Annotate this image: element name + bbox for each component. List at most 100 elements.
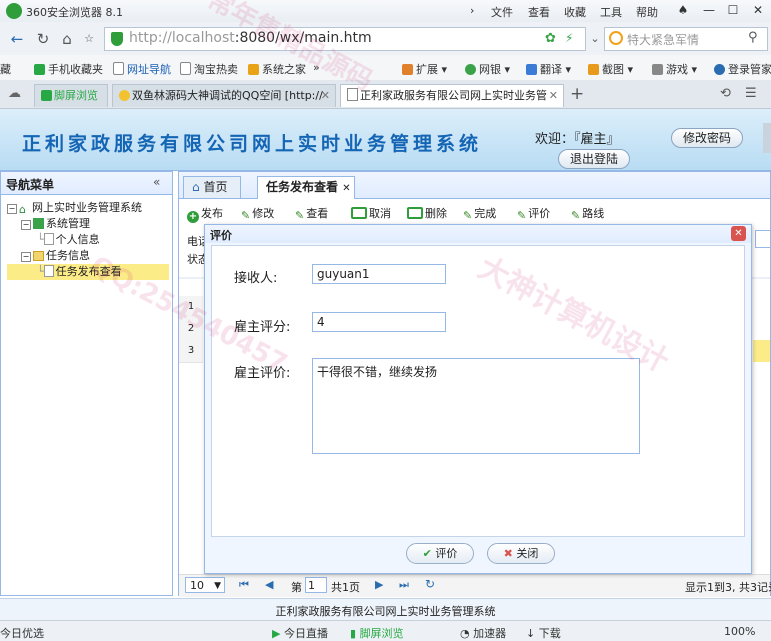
submit-rating-button[interactable]: ✔ 评价	[406, 543, 474, 564]
page-icon	[113, 62, 124, 75]
tab-close-icon[interactable]: ✕	[342, 183, 350, 194]
pencil-icon: ✎	[241, 209, 251, 222]
tool-screenshot[interactable]: 截图 ▾	[588, 61, 633, 77]
speed-icon: ◔	[460, 627, 470, 640]
close-dialog-button[interactable]: ✖ 关闭	[487, 543, 555, 564]
tool-extensions[interactable]: 扩展 ▾	[402, 61, 447, 77]
search-placeholder: 特大紧急军情	[627, 33, 700, 47]
view-button[interactable]: ✎ 查看	[295, 205, 328, 222]
first-page-icon[interactable]: ⏮	[239, 578, 249, 592]
page-number-input[interactable]: 1	[305, 577, 327, 593]
receiver-input[interactable]	[312, 264, 446, 284]
page-size-select[interactable]: 10 ▼	[185, 577, 225, 593]
skin-icon[interactable]: ♠	[672, 1, 694, 19]
minimize-icon[interactable]: —	[698, 1, 720, 19]
rate-button[interactable]: ✎ 评价	[517, 205, 550, 222]
url-dropdown-icon[interactable]: ⌄	[586, 30, 604, 48]
tab-list-icon[interactable]: ☰	[745, 86, 757, 101]
menu-file[interactable]: 文件	[491, 4, 513, 20]
tab-side-browse[interactable]: 脚屏浏览	[34, 84, 108, 107]
change-password-button[interactable]: 修改密码	[671, 128, 743, 148]
status-accelerator[interactable]: ◔ 加速器	[460, 625, 506, 641]
tree-group-tasks[interactable]: − 任务信息	[21, 248, 90, 264]
publish-button[interactable]: + 发布	[187, 205, 223, 223]
prev-page-icon[interactable]: ◀	[265, 578, 273, 591]
complete-button[interactable]: ✎ 完成	[463, 205, 496, 222]
search-engine-icon	[609, 31, 623, 45]
tool-ebank[interactable]: 网银 ▾	[465, 61, 510, 77]
menu-view[interactable]: 查看	[528, 4, 550, 20]
menu-tools[interactable]: 工具	[600, 4, 622, 20]
play-icon: ▶	[272, 627, 281, 640]
bookmark-favorites[interactable]: 藏	[0, 61, 11, 77]
refresh-icon[interactable]: ↻	[34, 30, 52, 48]
url-input[interactable]: http://localhost:8080/wx/main.htm ✿ ⚡	[104, 27, 586, 51]
table-row[interactable]: 3	[179, 340, 203, 363]
sidebar-item-task-publish[interactable]: └ 任务发布查看	[7, 264, 169, 280]
tab-close-icon[interactable]: ✕	[549, 85, 558, 107]
edit-button[interactable]: ✎ 修改	[241, 205, 274, 222]
collapse-minus-icon[interactable]: −	[21, 252, 31, 262]
tab-home[interactable]: ⌂ 首页	[183, 176, 241, 198]
menu-arrow-icon[interactable]: ›	[470, 4, 474, 17]
collapse-icon[interactable]: «	[153, 175, 160, 189]
back-arrow-icon[interactable]: ←	[8, 30, 26, 48]
dialog-close-icon[interactable]: ✕	[731, 226, 746, 241]
address-bar: ← ↻ ⌂ ☆ http://localhost:8080/wx/main.ht…	[0, 22, 771, 56]
sidebar-item-profile[interactable]: └ 个人信息	[37, 232, 100, 248]
tab-qq-space[interactable]: 双鱼林源码大神调试的QQ空间 [http://✕	[112, 84, 336, 107]
tool-games[interactable]: 游戏 ▾	[652, 61, 697, 77]
restore-tab-icon[interactable]: ⟲	[720, 86, 731, 101]
tab-close-icon[interactable]: ✕	[321, 85, 330, 107]
speed-mode-icon[interactable]: ⚡	[565, 31, 573, 45]
browser-titlebar: 360安全浏览器 8.1 › 文件 查看 收藏 工具 帮助 ♠ — ☐ ✕	[0, 0, 771, 22]
search-input[interactable]: 特大紧急军情 ⚲	[604, 27, 768, 51]
collapse-minus-icon[interactable]: −	[21, 220, 31, 230]
new-tab-icon[interactable]: +	[570, 84, 584, 104]
bookmark-mobile[interactable]: 手机收藏夹	[34, 61, 103, 77]
next-page-icon[interactable]: ▶	[375, 578, 383, 591]
delete-button[interactable]: 删除	[407, 205, 447, 221]
zoom-level[interactable]: 100%	[724, 625, 755, 638]
filter-input[interactable]	[755, 230, 771, 248]
status-download[interactable]: ↓ 下载	[526, 625, 561, 641]
home-icon[interactable]: ⌂	[58, 30, 76, 48]
gear-icon	[33, 218, 44, 229]
bookmark-system-home[interactable]: 系统之家	[248, 61, 306, 77]
search-icon[interactable]: ⚲	[748, 30, 758, 45]
cancel-task-button[interactable]: 取消	[351, 205, 391, 221]
comment-textarea[interactable]: 干得很不错，继续发扬	[312, 358, 640, 454]
tree-group-system[interactable]: − 系统管理	[21, 216, 90, 232]
last-page-icon[interactable]: ⏭	[399, 578, 409, 592]
reload-icon[interactable]: ↻	[425, 577, 435, 591]
table-row[interactable]: 2	[179, 318, 203, 341]
bookmark-nav[interactable]: 网址导航	[113, 61, 171, 77]
dialog-body: 接收人: 雇主评分: 雇主评价: 干得很不错，继续发扬	[211, 245, 745, 537]
status-picks[interactable]: 今日优选	[0, 625, 44, 641]
logout-button[interactable]: 退出登陆	[558, 149, 630, 169]
bookmark-more-icon[interactable]: »	[313, 61, 320, 74]
route-button[interactable]: ✎ 路线	[571, 205, 604, 222]
pagination-bar: 10 ▼ ⏮ ◀ 第 1 共1页 ▶ ⏭ ↻ 显示1到3, 共3记录	[179, 574, 771, 597]
window-close-icon[interactable]: ✕	[747, 1, 769, 19]
maximize-icon[interactable]: ☐	[722, 1, 744, 19]
cloud-icon[interactable]: ☁	[8, 86, 21, 101]
tool-translate[interactable]: 翻译 ▾	[526, 61, 571, 77]
score-input[interactable]	[312, 312, 446, 332]
star-icon[interactable]: ☆	[80, 30, 98, 48]
status-live[interactable]: ▶ 今日直播	[272, 625, 328, 641]
page-scrollbar[interactable]	[763, 123, 771, 153]
bookmark-taobao[interactable]: 淘宝热卖	[180, 61, 238, 77]
phone-icon	[41, 90, 52, 101]
tab-current-app[interactable]: 正利家政服务有限公司网上实时业务管 ✕	[340, 84, 564, 107]
table-row[interactable]: 1	[179, 296, 203, 319]
tool-login-manager[interactable]: 登录管家	[714, 61, 771, 77]
compat-mode-icon[interactable]: ✿	[545, 31, 556, 46]
menu-help[interactable]: 帮助	[636, 4, 658, 20]
menu-favorites[interactable]: 收藏	[564, 4, 586, 20]
page-total: 共1页	[331, 581, 360, 594]
status-side-browse[interactable]: ▮ 脚屏浏览	[350, 625, 404, 641]
tree-root[interactable]: − ⌂ 网上实时业务管理系统	[7, 200, 142, 216]
collapse-minus-icon[interactable]: −	[7, 204, 17, 214]
tab-task-publish[interactable]: 任务发布查看 ✕	[257, 176, 355, 199]
